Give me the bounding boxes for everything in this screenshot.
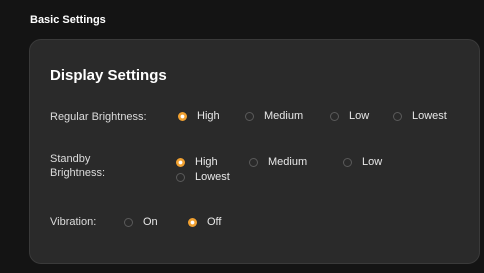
radio-unselected-icon xyxy=(245,111,254,121)
vibration-label: Vibration: xyxy=(50,216,97,228)
option-label: High xyxy=(197,110,220,122)
radio-unselected-icon xyxy=(176,172,185,182)
regular-brightness-option-high[interactable]: High xyxy=(178,110,220,122)
regular-brightness-option-low[interactable]: Low xyxy=(330,110,369,122)
option-label: Off xyxy=(207,216,222,228)
standby-brightness-label: Standby Brightness: xyxy=(50,153,106,179)
option-label: Low xyxy=(362,156,383,168)
radio-unselected-icon xyxy=(330,111,339,121)
radio-selected-icon xyxy=(188,217,197,227)
radio-selected-icon xyxy=(176,157,185,167)
display-settings-panel: Display Settings Regular Brightness: Hig… xyxy=(29,39,480,264)
settings-window: Basic Settings Display Settings Regular … xyxy=(0,0,484,273)
regular-brightness-option-lowest[interactable]: Lowest xyxy=(393,110,447,122)
vibration-option-on[interactable]: On xyxy=(124,216,158,228)
option-label: Low xyxy=(349,110,370,122)
standby-brightness-option-lowest[interactable]: Lowest xyxy=(176,171,230,183)
regular-brightness-option-medium[interactable]: Medium xyxy=(245,110,303,122)
standby-brightness-option-medium[interactable]: Medium xyxy=(249,156,307,168)
vibration-option-off[interactable]: Off xyxy=(188,216,221,228)
regular-brightness-label: Regular Brightness: xyxy=(50,111,147,123)
radio-selected-icon xyxy=(178,111,187,121)
option-label: Lowest xyxy=(195,171,230,183)
option-label: Medium xyxy=(268,156,308,168)
option-label: On xyxy=(143,216,158,228)
section-title: Basic Settings xyxy=(30,14,106,26)
radio-unselected-icon xyxy=(124,217,133,227)
option-label: High xyxy=(195,156,218,168)
radio-unselected-icon xyxy=(249,157,258,167)
option-label: Medium xyxy=(264,110,304,122)
standby-brightness-option-high[interactable]: High xyxy=(176,156,218,168)
panel-title: Display Settings xyxy=(50,67,167,84)
radio-unselected-icon xyxy=(343,157,352,167)
radio-unselected-icon xyxy=(393,111,402,121)
standby-brightness-option-low[interactable]: Low xyxy=(343,156,382,168)
option-label: Lowest xyxy=(412,110,447,122)
